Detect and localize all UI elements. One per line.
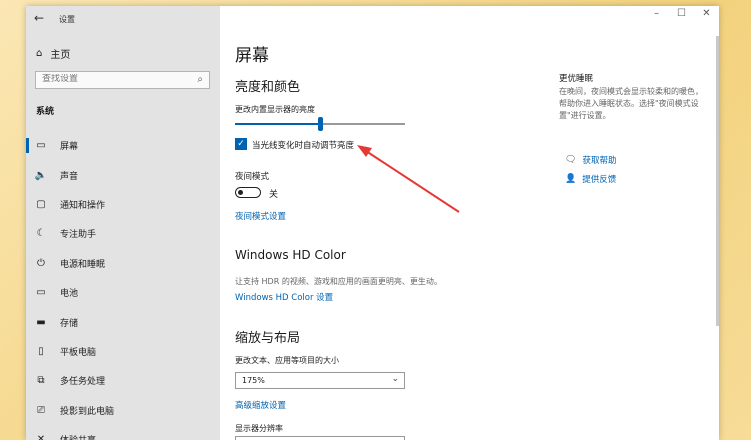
advanced-scaling-link[interactable]: 高级缩放设置: [235, 399, 286, 411]
auto-brightness-checkbox[interactable]: ✓: [235, 138, 247, 150]
back-arrow-icon[interactable]: ←: [34, 11, 44, 25]
scrollbar[interactable]: [716, 36, 719, 326]
scale-size-value: 175%: [242, 376, 265, 385]
share-icon: ✕: [36, 434, 46, 440]
home-icon: ⌂: [36, 48, 43, 59]
help-chat-icon: 🗨: [565, 155, 577, 165]
feedback-label: 提供反馈: [582, 175, 617, 185]
brightness-slider-label: 更改内置显示器的亮度: [235, 105, 315, 114]
sidebar-item-label: 屏幕: [60, 142, 79, 153]
power-icon: ⏻: [37, 257, 45, 269]
sidebar: ← 设置 ⌂ 主页 ⌕ 系统 ▭ 屏幕 🔈 声音 ▢ 通知和操作 ☾ 专注助手 ⏻ 电源和睡眠 ▭ 电…: [26, 6, 220, 440]
sidebar-item-label: 多任务处理: [60, 377, 106, 388]
sidebar-item-4[interactable]: ⏻ 电源和睡眠: [26, 249, 220, 278]
sidebar-item-5[interactable]: ▭ 电池: [26, 278, 220, 307]
battery-icon: ▭: [36, 287, 46, 299]
scale-size-select[interactable]: 175% ⌄: [235, 372, 405, 389]
hd-color-heading: Windows HD Color: [235, 248, 346, 262]
sidebar-item-0[interactable]: ▭ 屏幕: [26, 131, 220, 160]
home-label: 主页: [50, 50, 71, 61]
app-title: 设置: [59, 15, 75, 24]
titlebar-left: ← 设置: [26, 6, 220, 32]
sidebar-item-3[interactable]: ☾ 专注助手: [26, 219, 220, 248]
storage-icon: ▬: [36, 316, 46, 328]
brightness-slider[interactable]: [235, 117, 405, 131]
notification-icon: ▢: [36, 198, 46, 210]
section-label-system: 系统: [36, 107, 55, 117]
sidebar-item-label: 专注助手: [60, 230, 97, 241]
sidebar-item-label: 投影到此电脑: [60, 406, 115, 417]
feedback-link[interactable]: 👤 提供反馈: [565, 173, 616, 185]
right-panel-desc: 在晚间，夜间模式会显示较柔和的暖色，帮助你进入睡眠状态。选择"夜间模式设置"进行…: [559, 87, 703, 120]
multitask-icon: ⧉: [37, 375, 45, 387]
resolution-select[interactable]: [235, 436, 405, 440]
sidebar-item-label: 电源和睡眠: [60, 259, 106, 270]
sidebar-item-9[interactable]: ⎚ 投影到此电脑: [26, 396, 220, 425]
search-icon[interactable]: ⌕: [197, 74, 203, 85]
night-light-toggle[interactable]: [235, 187, 261, 198]
sidebar-item-label: 电池: [60, 289, 79, 300]
search-box[interactable]: ⌕: [35, 71, 210, 89]
moon-icon: ☾: [36, 228, 46, 240]
get-help-link[interactable]: 🗨 获取帮助: [565, 154, 616, 166]
tablet-icon: ▯: [38, 345, 44, 357]
sidebar-item-7[interactable]: ▯ 平板电脑: [26, 337, 220, 366]
sidebar-item-6[interactable]: ▬ 存储: [26, 307, 220, 336]
settings-window: ← 设置 ⌂ 主页 ⌕ 系统 ▭ 屏幕 🔈 声音 ▢ 通知和操作 ☾ 专注助手 ⏻ 电源和睡眠 ▭ 电…: [26, 6, 719, 440]
close-button[interactable]: ✕: [694, 8, 719, 19]
sidebar-nav: ▭ 屏幕 🔈 声音 ▢ 通知和操作 ☾ 专注助手 ⏻ 电源和睡眠 ▭ 电池 ▬ 存储 ▯ 平板电脑 ⧉ 多任务处理…: [26, 131, 220, 440]
brightness-slider-thumb[interactable]: [317, 117, 323, 131]
projector-icon: ⎚: [37, 404, 45, 416]
brightness-heading: 亮度和颜色: [235, 80, 301, 95]
toggle-knob: [238, 189, 243, 195]
auto-brightness-label[interactable]: 当光线变化时自动调节亮度: [252, 139, 354, 151]
minimize-button[interactable]: –: [644, 8, 669, 19]
hd-color-desc: 让支持 HDR 的视频、游戏和应用的画面更明亮、更生动。: [235, 277, 442, 286]
scale-size-label: 更改文本、应用等项目的大小: [235, 356, 339, 365]
main-content: – ☐ ✕ 屏幕 亮度和颜色 更改内置显示器的亮度 ✓ 当光线变化时自动调节亮度…: [220, 6, 719, 440]
speaker-icon: 🔈: [34, 169, 48, 181]
home-link[interactable]: ⌂ 主页: [36, 46, 70, 61]
monitor-icon: ▭: [36, 140, 46, 152]
sidebar-item-8[interactable]: ⧉ 多任务处理: [26, 366, 220, 395]
sidebar-item-label: 体验共享: [60, 433, 96, 440]
night-light-settings-link[interactable]: 夜间模式设置: [235, 210, 286, 222]
sidebar-item-label: 平板电脑: [60, 347, 97, 358]
window-controls: – ☐ ✕: [644, 8, 719, 19]
sidebar-item-10[interactable]: ✕ 体验共享: [26, 425, 220, 440]
right-panel-title: 更优睡眠: [559, 74, 594, 84]
night-light-state: 关: [269, 190, 279, 200]
sidebar-item-label: 声音: [60, 171, 79, 182]
search-input[interactable]: [42, 74, 192, 84]
scale-heading: 缩放与布局: [235, 331, 301, 346]
sidebar-item-2[interactable]: ▢ 通知和操作: [26, 190, 220, 219]
feedback-person-icon: 👤: [565, 174, 577, 184]
sidebar-item-label: 存储: [60, 318, 79, 329]
night-light-label: 夜间模式: [235, 172, 270, 182]
brightness-slider-fill: [235, 123, 320, 125]
hd-color-settings-link[interactable]: Windows HD Color 设置: [235, 291, 333, 303]
sidebar-item-label: 通知和操作: [60, 200, 106, 211]
sidebar-item-1[interactable]: 🔈 声音: [26, 160, 220, 189]
resolution-label: 显示器分辨率: [235, 424, 283, 433]
maximize-button[interactable]: ☐: [669, 8, 694, 19]
get-help-label: 获取帮助: [582, 156, 617, 166]
chevron-down-icon: ⌄: [391, 374, 399, 384]
page-title: 屏幕: [235, 46, 269, 66]
